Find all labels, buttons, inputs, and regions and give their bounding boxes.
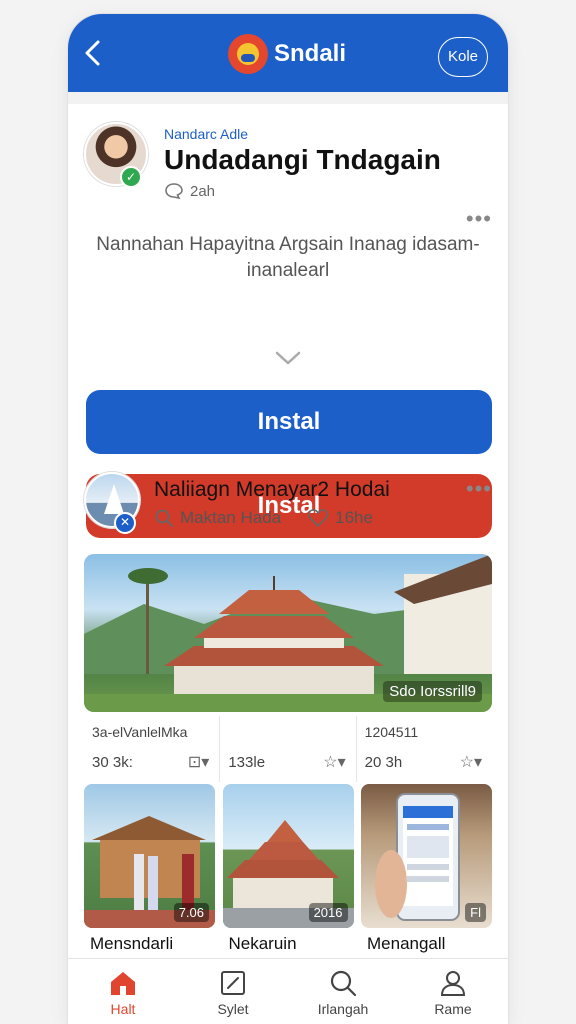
post-title: Undadangi Tndagain	[164, 144, 441, 175]
brand: Sndali	[228, 34, 346, 74]
nav-label: Halt	[110, 1001, 136, 1017]
edit-icon	[221, 971, 245, 995]
stat-cell: 3a-elVanlelMka 30 3k: ⊡▾	[84, 716, 221, 782]
thumbnail-label: Nekaruin	[228, 934, 297, 953]
star-icon[interactable]: ☆▾	[323, 752, 345, 772]
nav-item-edit[interactable]: Sylet	[178, 959, 288, 1024]
thumbnail-badge: 2016	[308, 903, 348, 922]
bottom-navigation: Halt Sylet Irlangah Rame	[68, 958, 508, 1024]
home-icon	[111, 972, 135, 995]
post-subtitle: Nandarc Adle	[164, 126, 249, 142]
post-stats-row: 3a-elVanlelMka 30 3k: ⊡▾ 133le ☆▾ 120451…	[84, 716, 492, 782]
nav-label: Sylet	[217, 1001, 249, 1017]
thumbnail-grid: 7.06 Mensndarli 2016 Nekaruin Fl Menanga…	[84, 784, 492, 954]
search-icon	[155, 509, 173, 527]
thumbnail-label: Mensndarli	[90, 934, 174, 953]
top-app-bar: Sndali Kole	[68, 14, 508, 92]
hero-caption: Sdo Iorssrill9	[383, 681, 482, 702]
post-time: 2ah	[164, 182, 215, 200]
post-meta-left: Maktan Hada	[180, 508, 282, 527]
install-button-primary[interactable]: Instal	[86, 390, 492, 454]
post-description: Nannahan Hapayitna Argsain Inanag idasam…	[96, 234, 480, 281]
nav-item-home[interactable]: Halt	[68, 959, 178, 1024]
more-options-icon[interactable]: •••	[466, 476, 492, 502]
thumbnail-label: Menangall	[367, 934, 446, 953]
post-meta-right: 16he	[335, 508, 373, 527]
stat-cell: 1204511 20 3h ☆▾	[357, 716, 492, 782]
thumbnail-image: 7.06	[84, 784, 215, 928]
header-action-button[interactable]: Kole	[438, 37, 488, 77]
stat-cell: 133le ☆▾	[220, 716, 357, 782]
divider	[68, 92, 508, 104]
nav-item-search[interactable]: Irlangah	[288, 959, 398, 1024]
thumbnail-card[interactable]: 7.06 Mensndarli	[84, 784, 215, 954]
thumbnail-badge: 7.06	[173, 903, 209, 922]
chevron-down-icon[interactable]	[274, 350, 302, 366]
heart-icon[interactable]	[307, 508, 329, 528]
thumbnail-card[interactable]: Fl Menangall	[361, 784, 492, 954]
brand-name: Sndali	[274, 40, 347, 67]
back-arrow-icon[interactable]	[82, 38, 104, 68]
stat-label: 3a-elVanlelMka	[92, 724, 188, 740]
star-icon[interactable]: ☆▾	[460, 752, 482, 772]
thumbnail-image: Fl	[361, 784, 492, 928]
post-time-value: 2ah	[190, 182, 216, 200]
post-title: Naliiagn Menayar2 Hodai	[154, 478, 390, 501]
hero-image[interactable]: Sdo Iorssrill9	[84, 554, 492, 712]
nav-label: Rame	[434, 1001, 472, 1017]
stat-label: 1204511	[364, 724, 419, 740]
nav-label: Irlangah	[317, 1001, 369, 1017]
nav-item-profile[interactable]: Rame	[398, 959, 508, 1024]
post-meta: Maktan Hada 16he	[154, 508, 373, 528]
close-badge-icon: ✕	[114, 512, 136, 534]
thumbnail-card[interactable]: 2016 Nekaruin	[222, 784, 354, 954]
person-icon	[440, 971, 466, 996]
search-icon	[330, 970, 357, 997]
stat-label	[228, 724, 347, 746]
app-post-card: ✓ Nandarc Adle Undadangi Tndagain 2ah ••…	[68, 104, 508, 538]
more-options-icon[interactable]: •••	[466, 206, 492, 232]
thumbnail-image: 2016	[222, 784, 354, 928]
comment-icon	[165, 183, 183, 200]
brand-logo-icon	[228, 34, 268, 74]
bookmark-icon[interactable]: ⊡▾	[188, 752, 209, 772]
thumbnail-badge: Fl	[465, 903, 486, 922]
phone-screen: Sndali Kole ✓ Nandarc Adle Undadangi Tnd…	[68, 14, 508, 1024]
verified-check-icon: ✓	[120, 166, 142, 188]
